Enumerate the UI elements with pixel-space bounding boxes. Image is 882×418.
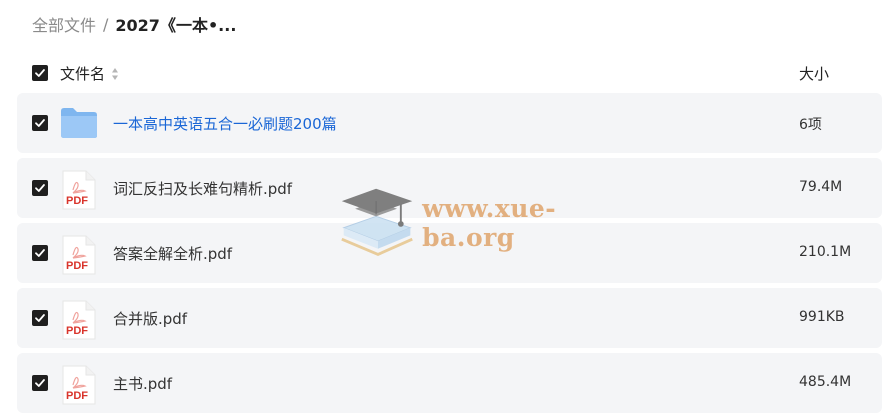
pdf-file-icon: PDF [62,235,96,275]
folder-name-link[interactable]: 一本高中英语五合一必刷题200篇 [113,113,337,134]
breadcrumb-current: 2027《一本•... [115,16,237,35]
sort-icon[interactable] [111,67,119,81]
select-all-checkbox[interactable] [32,65,48,81]
pdf-file-icon: PDF [62,300,96,340]
row-checkbox[interactable] [32,245,48,261]
row-checkbox[interactable] [32,180,48,196]
file-name-link[interactable]: 答案全解全析.pdf [113,243,232,264]
checkmark-icon [35,119,45,127]
list-item[interactable]: PDF 词汇反扫及长难句精析.pdf 79.4M [17,158,882,218]
size-column-header: 大小 [799,65,830,83]
file-size: 485.4M [799,374,852,390]
file-size: 79.4M [799,179,843,195]
name-column-label: 文件名 [60,65,106,83]
checkmark-icon [35,379,45,387]
pdf-file-icon: PDF [62,170,96,210]
list-item[interactable]: 一本高中英语五合一必刷题200篇 6项 [17,93,882,153]
breadcrumb: 全部文件 / 2027《一本•... [32,12,236,36]
row-checkbox[interactable] [32,115,48,131]
svg-text:PDF: PDF [66,325,88,337]
file-size: 991KB [799,309,845,325]
list-item[interactable]: PDF 主书.pdf 485.4M [17,353,882,413]
checkmark-icon [35,314,45,322]
file-list: 一本高中英语五合一必刷题200篇 6项 PDF 词汇反扫及长难句精析.pdf 7… [17,93,882,418]
file-name-link[interactable]: 词汇反扫及长难句精析.pdf [113,178,292,199]
row-checkbox[interactable] [32,375,48,391]
svg-text:PDF: PDF [66,260,88,272]
name-column-header[interactable]: 文件名 [60,63,119,84]
file-name-link[interactable]: 主书.pdf [113,373,172,394]
file-size: 6项 [799,117,822,133]
checkmark-icon [35,249,45,257]
checkmark-icon [35,184,45,192]
svg-text:PDF: PDF [66,390,88,402]
folder-icon [61,108,97,138]
row-checkbox[interactable] [32,310,48,326]
list-item[interactable]: PDF 答案全解全析.pdf 210.1M [17,223,882,283]
breadcrumb-root-link[interactable]: 全部文件 [32,12,96,36]
list-item[interactable]: PDF 合并版.pdf 991KB [17,288,882,348]
file-name-link[interactable]: 合并版.pdf [113,308,187,329]
file-browser: 全部文件 / 2027《一本•... 文件名 大小 一本高中英语五合一必刷题20… [0,0,882,418]
pdf-file-icon: PDF [62,365,96,405]
checkmark-icon [35,69,45,77]
list-header: 文件名 大小 [0,58,882,88]
breadcrumb-separator: / [103,14,109,34]
file-size: 210.1M [799,244,852,260]
svg-text:PDF: PDF [66,195,88,207]
